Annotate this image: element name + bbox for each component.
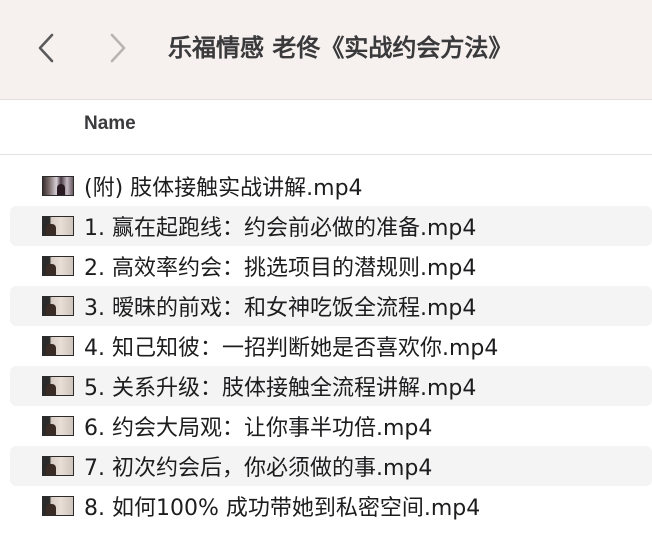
forward-button[interactable] bbox=[96, 24, 140, 72]
file-row[interactable]: 3. 暧昧的前戏：和女神吃饭全流程.mp4 bbox=[10, 286, 652, 326]
file-row[interactable]: 5. 关系升级：肢体接触全流程讲解.mp4 bbox=[10, 366, 652, 406]
file-name: 2. 高效率约会：挑选项目的潜规则.mp4 bbox=[84, 256, 477, 281]
file-name: 4. 知己知彼：一招判断她是否喜欢你.mp4 bbox=[84, 336, 499, 361]
file-row[interactable]: 1. 赢在起跑线：约会前必做的准备.mp4 bbox=[10, 206, 652, 246]
video-thumbnail-icon bbox=[42, 336, 74, 356]
video-thumbnail-icon bbox=[42, 496, 74, 516]
file-row[interactable]: 6. 约会大局观：让你事半功倍.mp4 bbox=[10, 406, 652, 446]
file-name: 6. 约会大局观：让你事半功倍.mp4 bbox=[84, 416, 433, 441]
video-thumbnail-icon bbox=[42, 376, 74, 396]
file-name: 8. 如何100% 成功带她到私密空间.mp4 bbox=[84, 496, 481, 521]
column-header-bar: Name bbox=[0, 101, 652, 155]
file-name: 3. 暧昧的前戏：和女神吃饭全流程.mp4 bbox=[84, 296, 477, 321]
file-row[interactable]: 2. 高效率约会：挑选项目的潜规则.mp4 bbox=[10, 246, 652, 286]
chevron-left-icon bbox=[36, 32, 56, 64]
file-row[interactable]: 7. 初次约会后，你必须做的事.mp4 bbox=[10, 446, 652, 486]
back-button[interactable] bbox=[24, 24, 68, 72]
video-thumbnail-icon bbox=[42, 216, 74, 236]
window-toolbar: 乐福情感 老佟《实战约会方法》 bbox=[0, 0, 652, 100]
file-list: (附) 肢体接触实战讲解.mp4 1. 赢在起跑线：约会前必做的准备.mp4 2… bbox=[10, 166, 652, 526]
file-row[interactable]: 4. 知己知彼：一招判断她是否喜欢你.mp4 bbox=[10, 326, 652, 366]
video-thumbnail-icon bbox=[42, 256, 74, 276]
file-row[interactable]: (附) 肢体接触实战讲解.mp4 bbox=[10, 166, 652, 206]
file-name: (附) 肢体接触实战讲解.mp4 bbox=[84, 176, 363, 201]
window-title: 乐福情感 老佟《实战约会方法》 bbox=[168, 34, 513, 62]
chevron-right-icon bbox=[108, 32, 128, 64]
video-thumbnail-icon bbox=[42, 176, 74, 196]
file-name: 1. 赢在起跑线：约会前必做的准备.mp4 bbox=[84, 216, 477, 241]
file-row[interactable]: 8. 如何100% 成功带她到私密空间.mp4 bbox=[10, 486, 652, 526]
video-thumbnail-icon bbox=[42, 296, 74, 316]
video-thumbnail-icon bbox=[42, 416, 74, 436]
name-column-header[interactable]: Name bbox=[84, 113, 136, 135]
file-name: 5. 关系升级：肢体接触全流程讲解.mp4 bbox=[84, 376, 477, 401]
video-thumbnail-icon bbox=[42, 456, 74, 476]
file-name: 7. 初次约会后，你必须做的事.mp4 bbox=[84, 456, 433, 481]
